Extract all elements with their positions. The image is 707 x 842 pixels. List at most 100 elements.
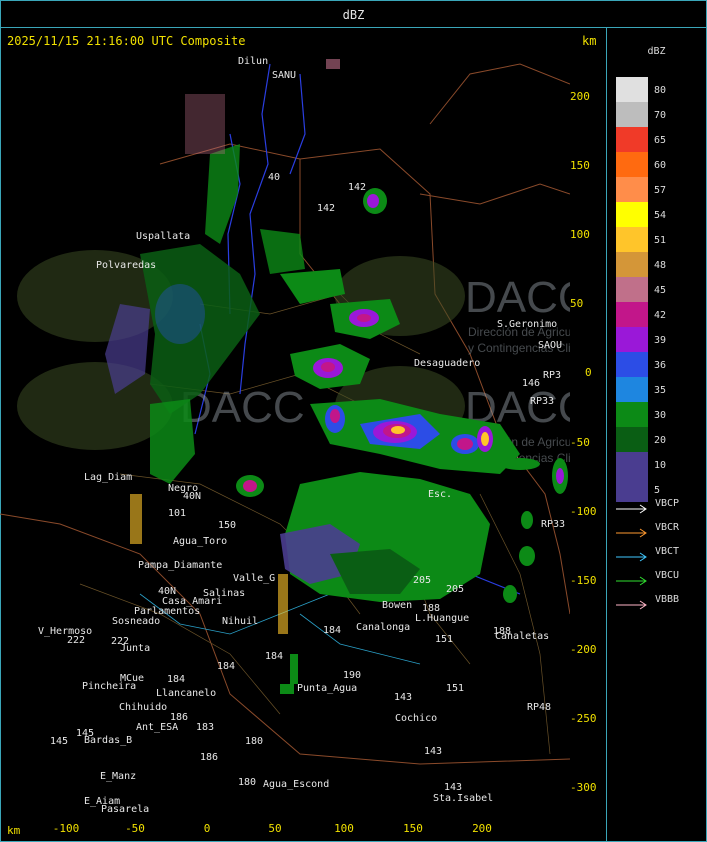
x-tick-label: 200 [472, 822, 492, 835]
legend-level-label: 57 [654, 185, 667, 196]
svg-text:143: 143 [394, 692, 412, 703]
legend-swatch [616, 352, 648, 377]
svg-text:Casa_Amari: Casa_Amari [162, 596, 222, 607]
legend-swatch [616, 302, 648, 327]
legend-level-label: 70 [654, 110, 667, 121]
svg-text:Desaguadero: Desaguadero [414, 358, 480, 369]
legend-level-label: 80 [654, 85, 667, 96]
svg-text:145: 145 [50, 736, 68, 747]
legend-level-label: 45 [654, 285, 667, 296]
legend-swatch [616, 452, 648, 477]
legend-unit-label: dBZ [647, 46, 666, 57]
legend-swatch [616, 402, 648, 427]
svg-text:Bowen: Bowen [382, 600, 412, 611]
svg-text:190: 190 [343, 670, 361, 681]
svg-text:SANU: SANU [272, 70, 296, 81]
legend-radar-arrow-icon [616, 523, 648, 538]
svg-text:Uspallata: Uspallata [136, 231, 190, 242]
y-tick-label: 0 [585, 366, 592, 379]
svg-text:142: 142 [317, 203, 335, 214]
svg-text:183: 183 [196, 722, 214, 733]
legend-swatch [616, 77, 648, 102]
svg-text:Ant_ESA: Ant_ESA [136, 722, 178, 733]
y-tick-label: -300 [570, 781, 597, 794]
svg-text:Agua_Toro: Agua_Toro [173, 536, 227, 547]
legend-radar-arrow-icon [616, 571, 648, 586]
y-tick-label: -200 [570, 643, 597, 656]
legend-level-label: 54 [654, 210, 667, 221]
svg-text:142: 142 [348, 182, 366, 193]
svg-text:S.Geronimo: S.Geronimo [497, 319, 557, 330]
svg-text:RP48: RP48 [527, 702, 551, 713]
svg-text:Agua_Escond: Agua_Escond [263, 779, 329, 790]
svg-text:SAOU: SAOU [538, 340, 562, 351]
legend-level-label: 5 [654, 485, 661, 496]
legend-swatch [616, 227, 648, 252]
legend-level-label: 65 [654, 135, 667, 146]
legend-level-label: 20 [654, 435, 667, 446]
legend-level-label: 30 [654, 410, 667, 421]
legend-swatch [616, 327, 648, 352]
legend-swatch [616, 102, 648, 127]
svg-text:Sosneado: Sosneado [112, 616, 160, 627]
svg-text:180: 180 [245, 736, 263, 747]
svg-text:MCue: MCue [120, 673, 144, 684]
svg-text:184: 184 [167, 674, 185, 685]
legend-level-label: 48 [654, 260, 667, 271]
svg-text:Chihuido: Chihuido [119, 702, 167, 713]
svg-text:180: 180 [238, 777, 256, 788]
legend-radar-label: VBBB [655, 594, 680, 605]
svg-text:Esc.: Esc. [428, 489, 452, 500]
svg-text:143: 143 [424, 746, 442, 757]
svg-text:Valle_G: Valle_G [233, 573, 275, 584]
svg-text:40: 40 [268, 172, 280, 183]
legend-level-label: 36 [654, 360, 667, 371]
legend-swatch [616, 177, 648, 202]
x-tick-label: -50 [125, 822, 145, 835]
y-tick-label: 200 [570, 90, 590, 103]
svg-text:Canalonga: Canalonga [356, 622, 410, 633]
svg-text:184: 184 [265, 651, 283, 662]
svg-text:L.Huangue: L.Huangue [415, 613, 469, 624]
svg-text:188: 188 [493, 626, 511, 637]
legend-radar-label: VBCP [655, 498, 680, 509]
svg-text:Pampa_Diamante: Pampa_Diamante [138, 560, 222, 571]
svg-text:151: 151 [435, 634, 453, 645]
svg-text:Cochico: Cochico [395, 713, 437, 724]
legend-radar-arrow-icon [616, 547, 648, 562]
x-tick-label: 150 [403, 822, 423, 835]
legend-swatch [616, 377, 648, 402]
svg-text:145: 145 [76, 728, 94, 739]
legend-level-label: 10 [654, 460, 667, 471]
timestamp-label: 2025/11/15 21:16:00 UTC Composite [7, 34, 246, 48]
svg-text:101: 101 [168, 508, 186, 519]
svg-text:188: 188 [422, 603, 440, 614]
svg-text:Sta.Isabel: Sta.Isabel [433, 793, 493, 804]
legend-level-label: 42 [654, 310, 667, 321]
x-tick-label: 50 [268, 822, 282, 835]
legend-swatch [616, 277, 648, 302]
legend-swatch [616, 252, 648, 277]
legend-swatch [616, 427, 648, 452]
y-tick-label: 100 [570, 228, 590, 241]
svg-text:Polvaredas: Polvaredas [96, 260, 156, 271]
legend-level-label: 60 [654, 160, 667, 171]
y-unit-label: km [582, 34, 597, 48]
legend-radar-label: VBCR [655, 522, 680, 533]
svg-text:186: 186 [170, 712, 188, 723]
legend-radar-arrow-icon [616, 595, 648, 610]
svg-text:Dilun: Dilun [238, 56, 268, 67]
svg-text:205: 205 [446, 584, 464, 595]
legend-level-label: 51 [654, 235, 667, 246]
legend-radar-arrow-icon [616, 499, 648, 514]
y-tick-label: -250 [570, 712, 597, 725]
top-title: dBZ [0, 0, 707, 28]
legend-swatch [616, 127, 648, 152]
x-tick-label: 0 [203, 822, 211, 835]
svg-text:RP33: RP33 [530, 396, 554, 407]
x-tick-label: -100 [52, 822, 80, 835]
radar-map[interactable]: DACC Dirección de Agricultura y Continge… [0, 54, 570, 814]
svg-text:184: 184 [217, 661, 235, 672]
svg-text:150: 150 [218, 520, 236, 531]
svg-text:Lag_Diam: Lag_Diam [84, 472, 132, 483]
